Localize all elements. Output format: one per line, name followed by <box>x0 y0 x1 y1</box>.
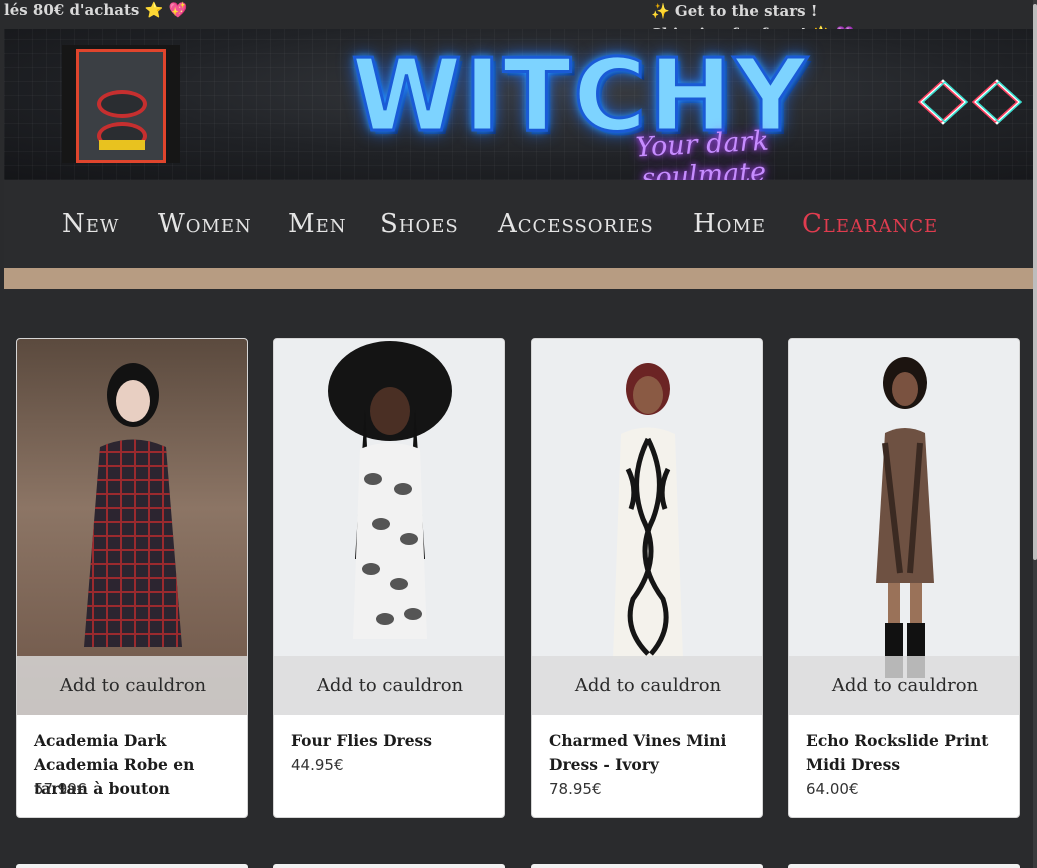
store-logo[interactable] <box>62 45 180 163</box>
nav-item-accessories[interactable]: Accessories <box>498 204 654 244</box>
add-to-cauldron-button[interactable]: Add to cauldron <box>789 656 1019 715</box>
add-to-cauldron-button[interactable]: Add to cauldron <box>17 656 247 715</box>
product-name[interactable]: Echo Rockslide Print Midi Dress <box>806 729 1006 777</box>
header-banner: WITCHY Your dark soulmate <box>4 29 1033 180</box>
product-name[interactable]: Four Flies Dress <box>291 729 491 753</box>
next-row-card <box>16 864 248 868</box>
next-row-card <box>273 864 505 868</box>
logo-frame <box>76 49 166 163</box>
main-navigation: New Women Men Shoes Accessories Home Cle… <box>4 180 1033 268</box>
product-price: 78.95€ <box>549 780 602 798</box>
product-card[interactable]: Add to cauldron Academia Dark Academia R… <box>16 338 248 818</box>
model-figure <box>328 341 452 639</box>
announcement-text-left: lés 80€ d'achats ⭐ 💖 <box>4 1 188 19</box>
model-figure <box>876 357 934 678</box>
product-price: 64.00€ <box>806 780 859 798</box>
nav-item-shoes[interactable]: Shoes <box>380 204 459 244</box>
product-price: 57.99€ <box>34 780 87 798</box>
next-row-card <box>531 864 763 868</box>
model-figure <box>84 363 182 647</box>
product-card[interactable]: Add to cauldron Charmed Vines Mini Dress… <box>531 338 763 818</box>
add-to-cauldron-button[interactable]: Add to cauldron <box>274 656 504 715</box>
product-name[interactable]: Charmed Vines Mini Dress - Ivory <box>549 729 749 777</box>
nav-item-women[interactable]: Women <box>158 204 252 244</box>
page-scrollbar[interactable] <box>1033 0 1037 868</box>
diamond-logo-icon <box>917 79 1023 125</box>
nav-item-home[interactable]: Home <box>693 204 766 244</box>
eye-icon <box>97 90 147 118</box>
nav-item-new[interactable]: New <box>62 204 119 244</box>
logo-bar <box>99 140 145 150</box>
model-figure <box>613 363 683 659</box>
product-card[interactable]: Add to cauldron Echo Rockslide Print Mid… <box>788 338 1020 818</box>
scrollbar-thumb[interactable] <box>1033 4 1037 560</box>
nav-item-clearance[interactable]: Clearance <box>802 204 938 244</box>
next-row-card <box>788 864 1020 868</box>
announcement-bar: lés 80€ d'achats ⭐ 💖 ✨ Get to the stars … <box>0 0 1037 43</box>
nav-item-men[interactable]: Men <box>288 204 347 244</box>
add-to-cauldron-button[interactable]: Add to cauldron <box>532 656 762 715</box>
product-price: 44.95€ <box>291 756 344 774</box>
product-card[interactable]: Add to cauldron Four Flies Dress 44.95€ <box>273 338 505 818</box>
divider-bar <box>4 268 1033 289</box>
